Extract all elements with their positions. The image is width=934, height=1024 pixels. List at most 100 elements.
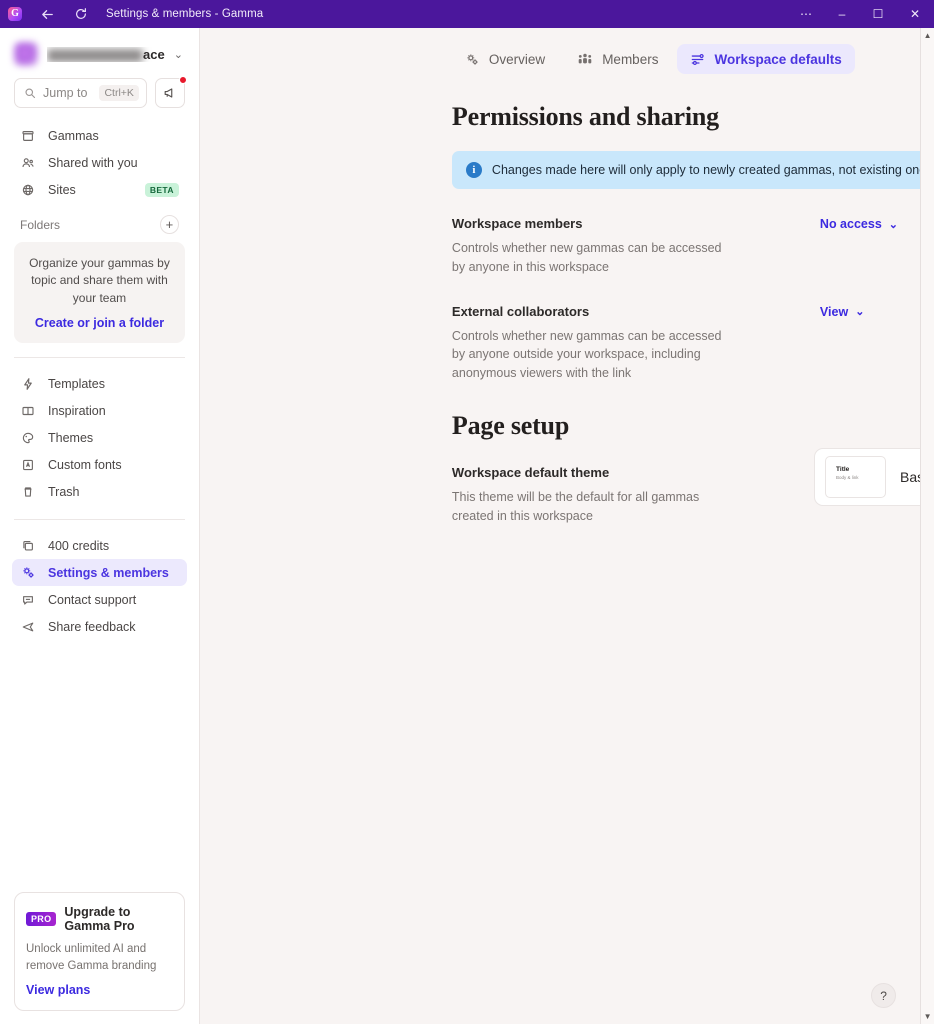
sidebar-item-sites[interactable]: Sites BETA xyxy=(12,176,187,203)
archive-icon xyxy=(20,129,36,143)
setting-description: Controls whether new gammas can be acces… xyxy=(451,328,722,381)
chevron-down-icon: ⌄ xyxy=(173,48,183,61)
page-title: Permissions and sharing xyxy=(451,102,719,131)
sidebar-item-gammas[interactable]: Gammas xyxy=(12,122,187,149)
add-folder-button[interactable]: + xyxy=(159,215,179,234)
sidebar-item-label: Custom fonts xyxy=(48,457,122,472)
tab-label: Overview xyxy=(488,51,546,67)
search-placeholder: Jump to xyxy=(43,86,88,100)
selected-theme-name: Basic Light xyxy=(900,468,920,485)
setting-text: Workspace members Controls whether new g… xyxy=(452,216,820,277)
folders-empty-text: Organize your gammas by topic and share … xyxy=(29,256,170,305)
nav-tertiary: 400 credits Settings & members Contact s… xyxy=(0,530,199,640)
tab-overview[interactable]: Overview xyxy=(452,44,558,74)
nav-secondary: Templates Inspiration Themes Custom font… xyxy=(0,368,199,505)
sidebar-item-contact-support[interactable]: Contact support xyxy=(12,586,187,613)
back-arrow-icon[interactable] xyxy=(30,0,64,28)
vertical-scrollbar[interactable]: ▲ ▼ xyxy=(920,28,934,1024)
search-icon xyxy=(24,87,36,99)
setting-workspace-members: Workspace members Controls whether new g… xyxy=(452,216,920,277)
setting-name: External collaborators xyxy=(451,303,590,319)
divider xyxy=(14,357,185,359)
sidebar-item-settings-members[interactable]: Settings & members xyxy=(12,559,187,587)
setting-description: Controls whether new gammas can be acces… xyxy=(451,241,722,274)
tab-workspace-defaults[interactable]: Workspace defaults xyxy=(677,44,855,74)
announcements-button[interactable] xyxy=(154,76,187,108)
sidebar-item-label: Trash xyxy=(48,484,80,499)
scroll-down-arrow[interactable]: ▼ xyxy=(924,1012,932,1021)
setting-name: Workspace default theme xyxy=(451,464,610,480)
settings-tabs: Overview Members Workspace defaults xyxy=(200,28,920,74)
sidebar-item-credits[interactable]: 400 credits xyxy=(12,532,187,559)
pro-badge: PRO xyxy=(26,912,57,927)
setting-description: This theme will be the default for all g… xyxy=(451,489,700,523)
default-theme-dropdown[interactable]: Title Body & link Basic Light ⌄ xyxy=(814,447,921,506)
font-icon xyxy=(20,458,36,472)
divider xyxy=(14,519,185,521)
search-shortcut: Ctrl+K xyxy=(99,85,139,101)
sidebar-item-templates[interactable]: Templates xyxy=(12,370,187,397)
chevron-down-icon: ⌄ xyxy=(855,306,865,318)
sidebar-item-inspiration[interactable]: Inspiration xyxy=(12,397,187,424)
close-button[interactable]: ✕ xyxy=(896,0,934,28)
setting-default-theme: Workspace default theme This theme will … xyxy=(452,447,921,526)
lightning-icon xyxy=(20,377,36,391)
window-titlebar: G Settings & members - Gamma ⋯ – ☐ ✕ xyxy=(0,0,934,28)
notification-dot xyxy=(178,76,187,84)
palette-icon xyxy=(20,431,36,445)
gamma-logo-icon: G xyxy=(0,0,30,28)
scroll-up-arrow[interactable]: ▲ xyxy=(924,31,932,40)
main-content: Overview Members Workspace defaults Perm… xyxy=(199,28,921,1024)
sidebar-item-label: Contact support xyxy=(48,592,137,607)
maximize-button[interactable]: ☐ xyxy=(860,0,896,28)
trash-icon xyxy=(20,485,36,499)
more-options-icon[interactable]: ⋯ xyxy=(788,0,824,28)
workspace-members-access-dropdown[interactable]: No access ⌄ xyxy=(820,216,898,232)
folders-header: Folders + xyxy=(0,203,199,240)
help-button[interactable]: ? xyxy=(871,983,897,1008)
people-icon xyxy=(20,156,36,170)
people-group-icon xyxy=(577,52,593,66)
sidebar-item-custom-fonts[interactable]: Custom fonts xyxy=(12,451,187,478)
tab-label: Workspace defaults xyxy=(714,51,842,67)
search-input[interactable]: Jump to Ctrl+K xyxy=(14,78,147,108)
external-collaborators-access-dropdown[interactable]: View ⌄ xyxy=(820,304,864,320)
window-controls: ⋯ – ☐ ✕ xyxy=(788,0,934,28)
sidebar: ace ⌄ Jump to Ctrl+K Gammas Shared with … xyxy=(0,28,200,1024)
setting-name: Workspace members xyxy=(451,216,583,231)
info-banner-text: Changes made here will only apply to new… xyxy=(491,163,921,177)
info-icon: i xyxy=(465,162,482,178)
sidebar-item-label: Share feedback xyxy=(48,619,136,634)
tab-members[interactable]: Members xyxy=(564,44,671,74)
sidebar-item-share-feedback[interactable]: Share feedback xyxy=(12,613,187,640)
folders-label: Folders xyxy=(20,217,61,232)
sidebar-item-label: Themes xyxy=(48,430,94,445)
setting-external-collaborators: External collaborators Controls whether … xyxy=(452,304,920,383)
workspace-name-text: ace xyxy=(143,46,165,62)
sidebar-item-label: Settings & members xyxy=(48,565,169,580)
gears-icon xyxy=(20,565,36,580)
sidebar-item-themes[interactable]: Themes xyxy=(12,424,187,451)
info-banner: i Changes made here will only apply to n… xyxy=(451,151,921,189)
theme-thumb-title: Title xyxy=(836,465,850,473)
upgrade-title: Upgrade to Gamma Pro xyxy=(64,905,135,934)
tab-label: Members xyxy=(602,51,659,67)
scrollbar-track[interactable] xyxy=(921,40,934,1012)
workspace-avatar xyxy=(14,42,38,66)
sidebar-item-label: Templates xyxy=(48,376,105,391)
app-shell: ace ⌄ Jump to Ctrl+K Gammas Shared with … xyxy=(0,28,934,1024)
workspace-selector[interactable]: ace ⌄ xyxy=(0,28,199,76)
page-setup-title: Page setup xyxy=(451,410,570,440)
refresh-icon[interactable] xyxy=(64,0,98,28)
theme-preview-thumbnail: Title Body & link xyxy=(825,455,887,498)
minimize-button[interactable]: – xyxy=(824,0,860,28)
upgrade-header: PRO Upgrade to Gamma Pro xyxy=(26,905,173,933)
create-or-join-folder-link[interactable]: Create or join a folder xyxy=(26,316,173,330)
setting-text: Workspace default theme This theme will … xyxy=(452,465,814,526)
sidebar-item-label: Sites xyxy=(48,182,76,197)
coins-icon xyxy=(20,539,36,553)
book-icon xyxy=(20,404,36,418)
sidebar-item-shared-with-you[interactable]: Shared with you xyxy=(12,149,187,176)
sidebar-item-trash[interactable]: Trash xyxy=(12,478,187,505)
view-plans-link[interactable]: View plans xyxy=(26,983,173,997)
